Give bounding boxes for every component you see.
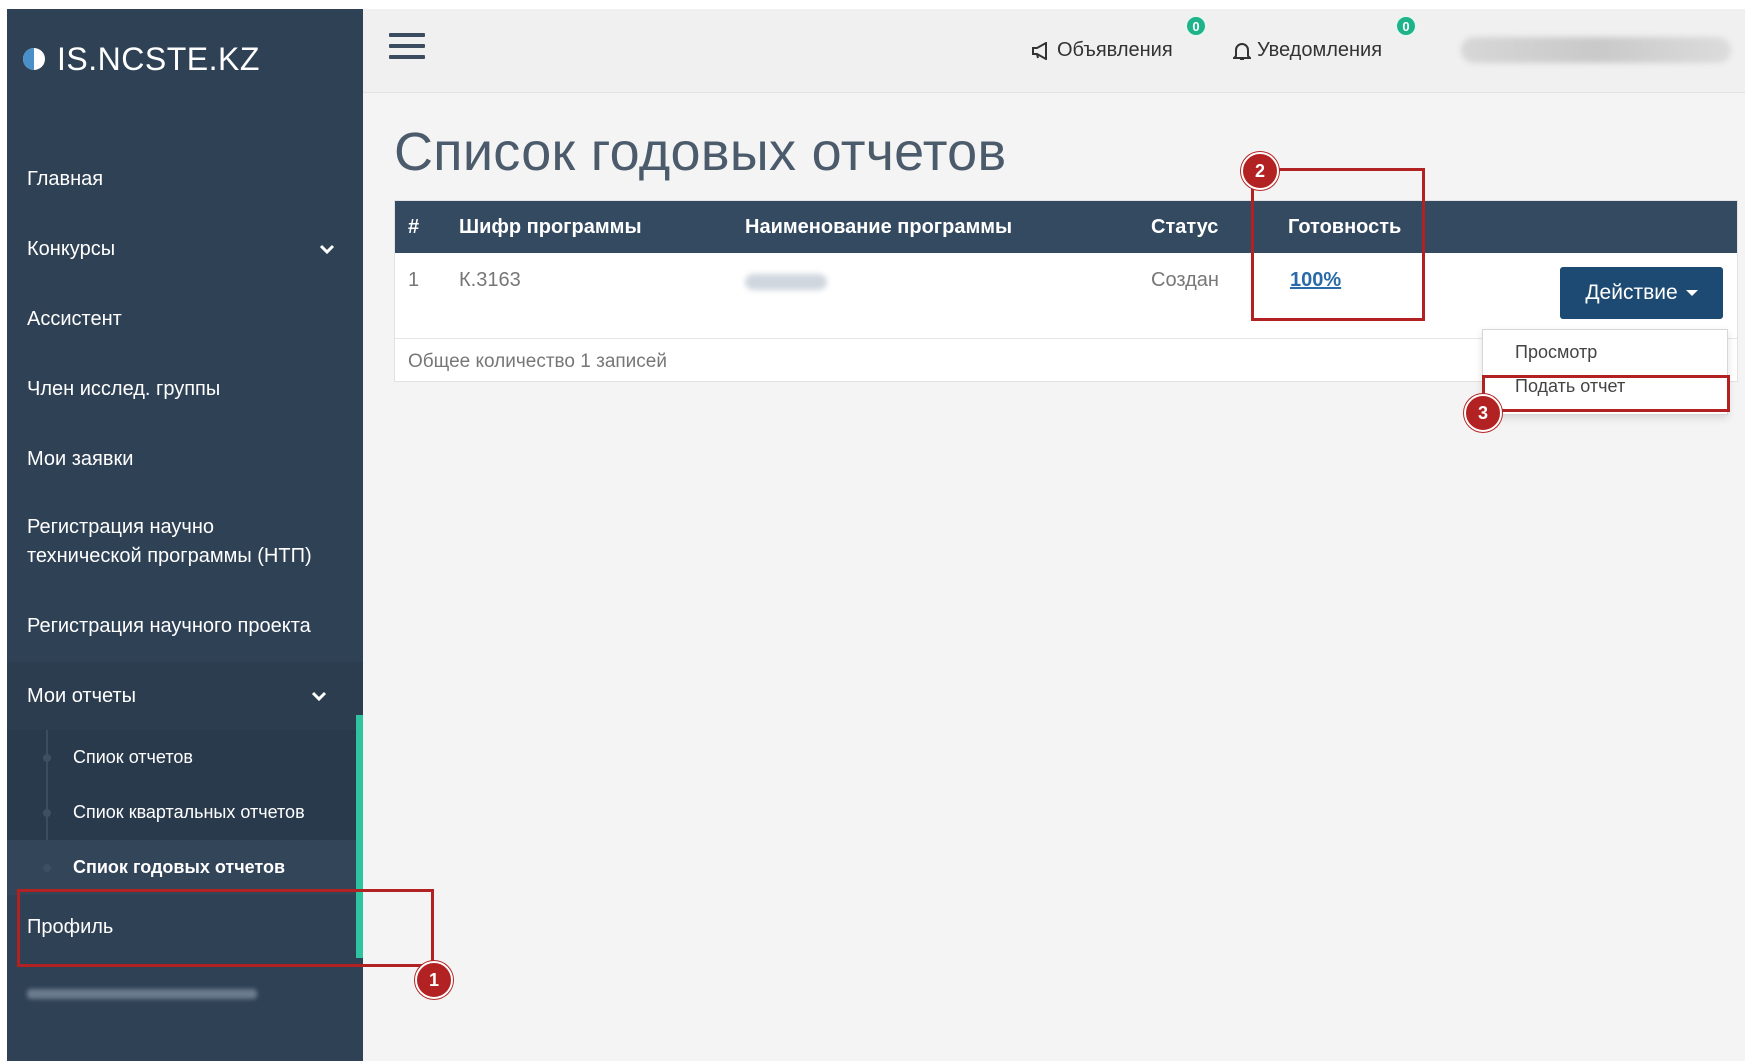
announcements-label: Объявления <box>1057 39 1173 61</box>
table-row: 1 К.3163 Создан 100% <box>395 253 1737 339</box>
bullet-icon <box>43 753 51 762</box>
column-header-code: Шифр программы <box>459 215 642 238</box>
annotation-marker-3: 3 <box>1464 394 1502 432</box>
column-header-status: Статус <box>1151 215 1219 238</box>
brand[interactable]: IS.NCSTE.KZ <box>23 31 260 87</box>
sidebar-item-my-applications[interactable]: Мои заявки <box>7 424 363 494</box>
annotation-marker-2: 2 <box>1241 152 1279 190</box>
submenu-item-label: Спиок годовых отчетов <box>73 857 286 877</box>
sidebar-item-label: Член исслед. группы <box>27 377 221 400</box>
cell-status: Создан <box>1151 269 1219 291</box>
topbar: Объявления 0 Уведомления 0 <box>363 9 1745 93</box>
submenu-item-label: Спиок отчетов <box>73 747 193 767</box>
annotation-box-1 <box>17 889 434 967</box>
sidebar-item-label: Регистрация научного проекта <box>27 614 311 637</box>
column-header-name: Наименование программы <box>745 215 1013 238</box>
notifications-badge: 0 <box>1395 15 1417 37</box>
notifications-link[interactable]: Уведомления <box>1233 39 1382 62</box>
brand-name: IS.NCSTE.KZ <box>57 40 260 77</box>
chevron-down-icon <box>311 691 327 701</box>
table-footer-count: Общее количество 1 записей <box>408 351 667 372</box>
reports-submenu: Спиок отчетов Спиок квартальных отчетов … <box>7 730 363 895</box>
bullet-icon <box>43 863 51 872</box>
sidebar-item-competitions[interactable]: Конкурсы <box>7 214 363 284</box>
notifications-label: Уведомления <box>1257 39 1383 61</box>
sidebar-item-assistant[interactable]: Ассистент <box>7 284 363 354</box>
app-frame: IS.NCSTE.KZ Главная Конкурсы Ассистент Ч… <box>7 9 1745 1061</box>
submenu-item-label: Спиок квартальных отчетов <box>73 802 305 822</box>
action-button[interactable]: Действие <box>1560 267 1723 319</box>
submenu-item-reports[interactable]: Спиок отчетов <box>7 730 363 785</box>
column-header-number: # <box>408 215 420 238</box>
cell-name-blurred <box>745 273 827 296</box>
bell-icon <box>1233 41 1251 61</box>
sidebar-item-register-ntp[interactable]: Регистрация научно технической программы… <box>7 494 363 590</box>
sidebar-item-label: Главная <box>27 167 104 190</box>
annotation-box-3 <box>1482 375 1730 412</box>
chevron-down-icon <box>319 244 335 254</box>
sidebar-item-label: Регистрация научно технической программы… <box>27 516 312 567</box>
sidebar-item-register-project[interactable]: Регистрация научного проекта <box>7 590 363 662</box>
sidebar-item-home[interactable]: Главная <box>7 144 363 214</box>
cell-code: К.3163 <box>459 269 521 291</box>
page-title: Список годовых отчетов <box>394 122 1007 182</box>
table-header: # Шифр программы Наименование программы … <box>395 201 1737 253</box>
dropdown-item-view[interactable]: Просмотр <box>1515 342 1597 363</box>
action-button-label: Действие <box>1585 281 1678 304</box>
blurred-label <box>27 989 257 999</box>
announcements-link[interactable]: Объявления <box>1031 39 1173 62</box>
bullet-icon <box>43 808 51 817</box>
annotation-marker-1: 1 <box>415 961 453 999</box>
sidebar-item-label: Мои отчеты <box>27 684 136 707</box>
brand-logo-icon <box>23 48 45 70</box>
user-menu-blurred[interactable] <box>1461 37 1731 63</box>
cell-number: 1 <box>408 269 420 291</box>
submenu-item-quarterly-reports[interactable]: Спиок квартальных отчетов <box>7 785 363 840</box>
caret-down-icon <box>1685 290 1698 296</box>
sidebar-item-my-reports[interactable]: Мои отчеты <box>7 662 363 730</box>
sidebar-item-research-group[interactable]: Член исслед. группы <box>7 354 363 424</box>
sidebar-nav: Главная Конкурсы Ассистент Член исслед. … <box>7 144 363 999</box>
menu-icon[interactable] <box>389 33 425 63</box>
announcements-badge: 0 <box>1185 15 1207 37</box>
sidebar-item-label: Мои заявки <box>27 447 134 470</box>
megaphone-icon <box>1031 41 1051 60</box>
sidebar-item-label: Ассистент <box>27 307 122 330</box>
sidebar-item-label: Конкурсы <box>27 237 116 260</box>
submenu-item-annual-reports[interactable]: Спиок годовых отчетов <box>7 840 363 895</box>
annotation-box-2 <box>1251 168 1425 321</box>
